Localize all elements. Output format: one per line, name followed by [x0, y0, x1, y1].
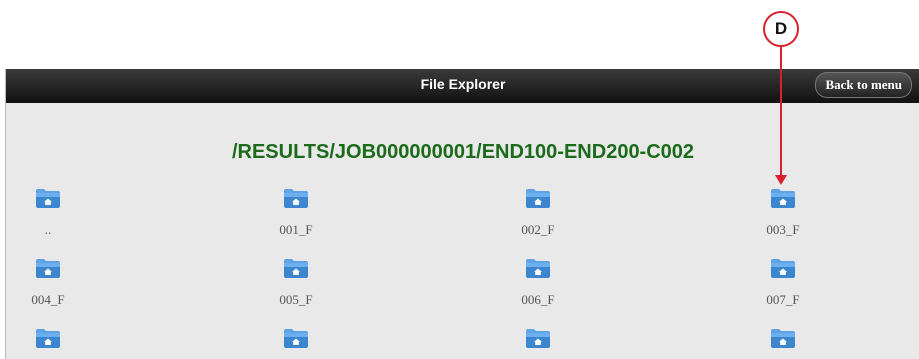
callout-label: D: [763, 11, 799, 47]
folder-home-icon: [35, 327, 61, 349]
folder-item-label: 006_F: [521, 292, 555, 307]
folder-item[interactable]: [498, 327, 578, 359]
folder-item-label: 007_F: [766, 292, 800, 307]
folder-home-icon: [283, 327, 309, 349]
folder-item[interactable]: [256, 327, 336, 359]
folder-item[interactable]: 004_F: [8, 257, 88, 308]
folder-item-label: 005_F: [279, 292, 313, 307]
folder-home-icon: [525, 327, 551, 349]
folder-home-icon: [283, 257, 309, 279]
folder-home-icon: [770, 257, 796, 279]
folder-item[interactable]: 007_F: [743, 257, 823, 308]
folder-home-icon: [525, 257, 551, 279]
folder-item-label: 004_F: [31, 292, 65, 307]
folder-item[interactable]: [743, 327, 823, 359]
folder-home-icon: [770, 327, 796, 349]
folder-item-label: 002_F: [521, 222, 555, 237]
folder-home-icon: [35, 257, 61, 279]
folder-item-label: 003_F: [766, 222, 800, 237]
folder-item[interactable]: [8, 327, 88, 359]
folder-item-label: ..: [44, 222, 52, 237]
folder-item[interactable]: 006_F: [498, 257, 578, 308]
folder-item[interactable]: 005_F: [256, 257, 336, 308]
folder-item-label: 001_F: [279, 222, 313, 237]
